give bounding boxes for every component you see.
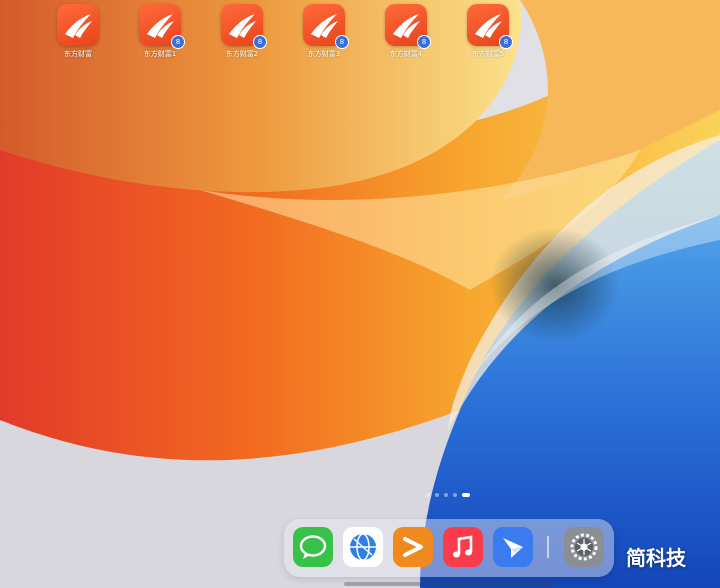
browser-app[interactable] — [343, 527, 383, 567]
app-dongfang-caifu-5[interactable]: 8 东方财富5 — [458, 4, 518, 59]
dongfang-caifu-icon: 8 — [221, 4, 267, 49]
app-label: 东方财富5 — [471, 50, 505, 58]
app-dongfang-caifu-2[interactable]: 8 东方财富2 — [212, 4, 272, 59]
dock — [284, 519, 614, 577]
dongfang-caifu-icon: 8 — [139, 4, 185, 49]
settings-app[interactable] — [564, 527, 604, 567]
app-label: 东方财富2 — [225, 50, 259, 58]
clone-badge-icon: 8 — [253, 35, 267, 49]
watermark: 简科技 — [626, 546, 686, 570]
clone-badge-icon: 8 — [171, 35, 185, 49]
dongfang-caifu-icon: 8 — [303, 4, 349, 49]
app-label: 东方财富 — [64, 50, 92, 58]
dongfang-caifu-icon: 8 — [467, 4, 513, 49]
play-arrow-icon — [403, 537, 423, 557]
music-app[interactable] — [443, 527, 483, 567]
dongfang-caifu-icon: 8 — [385, 4, 431, 49]
app-label: 东方财富1 — [143, 50, 177, 58]
page-dot[interactable] — [435, 493, 439, 497]
clone-badge-icon: 8 — [335, 35, 349, 49]
feishu-app[interactable] — [493, 527, 533, 567]
paper-plane-icon — [503, 538, 523, 558]
app-dongfang-caifu[interactable]: 东方财富 — [48, 4, 108, 59]
clone-badge-icon: 8 — [499, 35, 513, 49]
page-dot-current[interactable] — [462, 493, 470, 497]
page-dot[interactable] — [444, 493, 448, 497]
app-label: 东方财富4 — [389, 50, 423, 58]
globe-icon — [350, 533, 376, 561]
messages-app[interactable] — [293, 527, 333, 567]
infuse-app[interactable] — [393, 527, 433, 567]
dock-separator — [547, 536, 549, 558]
clone-badge-icon: 8 — [417, 35, 431, 49]
app-dongfang-caifu-3[interactable]: 8 东方财富3 — [294, 4, 354, 59]
music-note-icon — [453, 535, 473, 558]
page-dot[interactable] — [453, 493, 457, 497]
app-dongfang-caifu-4[interactable]: 8 东方财富4 — [376, 4, 436, 59]
home-indicator[interactable] — [344, 582, 554, 586]
speech-bubble-icon — [299, 535, 327, 559]
wallpaper — [0, 0, 720, 588]
page-dot[interactable] — [426, 493, 430, 497]
app-label: 东方财富3 — [307, 50, 341, 58]
app-dongfang-caifu-1[interactable]: 8 东方财富1 — [130, 4, 190, 59]
dongfang-caifu-icon — [57, 4, 99, 46]
gear-icon — [570, 533, 598, 561]
page-indicator[interactable] — [426, 492, 470, 498]
